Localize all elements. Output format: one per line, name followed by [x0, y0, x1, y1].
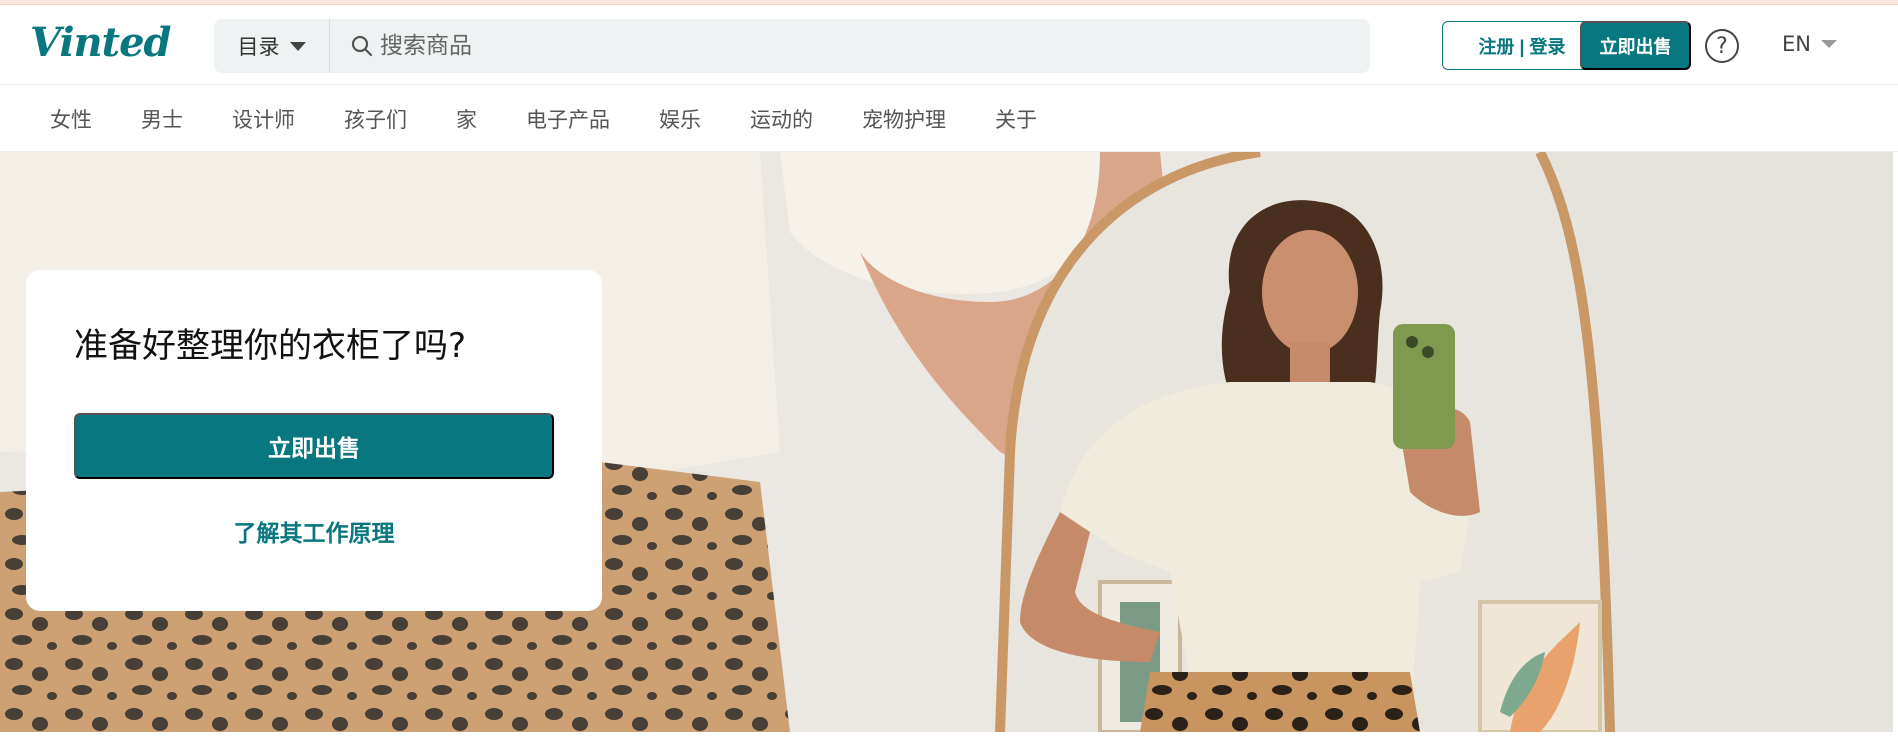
category-entertainment[interactable]: 娱乐	[659, 104, 701, 134]
category-nav: 女性 男士 设计师 孩子们 家 电子产品 娱乐 运动的 宠物护理 关于	[0, 86, 1898, 152]
category-about[interactable]: 关于	[995, 104, 1037, 134]
search-bar: 目录	[214, 19, 1370, 73]
chevron-down-icon	[1820, 40, 1837, 48]
category-electronics[interactable]: 电子产品	[526, 104, 610, 134]
question-circle-icon[interactable]: ?	[1705, 29, 1739, 63]
category-men[interactable]: 男士	[141, 104, 183, 134]
language-selector[interactable]: EN	[1782, 32, 1837, 56]
catalog-label: 目录	[237, 35, 280, 59]
vinted-logo[interactable]: Vinted	[30, 19, 172, 66]
hero-title: 准备好整理你的衣柜了吗?	[74, 326, 467, 366]
catalog-dropdown-button[interactable]: 目录	[214, 19, 330, 73]
site-header: Vinted 目录 注册 | 登录 立即出售 ? EN	[0, 5, 1898, 85]
search-icon	[351, 35, 373, 57]
category-home[interactable]: 家	[456, 104, 477, 134]
hero-banner: 准备好整理你的衣柜了吗? 立即出售 了解其工作原理	[0, 152, 1893, 732]
chevron-down-icon	[289, 41, 306, 51]
hero-card: 准备好整理你的衣柜了吗? 立即出售 了解其工作原理	[26, 270, 602, 611]
signup-login-button[interactable]: 注册 | 登录	[1442, 21, 1602, 70]
search-input[interactable]	[380, 27, 1340, 65]
how-it-works-link[interactable]: 了解其工作原理	[74, 514, 554, 548]
language-label: EN	[1782, 32, 1811, 56]
hero-sell-now-button[interactable]: 立即出售	[74, 413, 554, 479]
category-kids[interactable]: 孩子们	[344, 104, 407, 134]
category-pet-care[interactable]: 宠物护理	[862, 104, 946, 134]
sell-now-button[interactable]: 立即出售	[1580, 21, 1691, 70]
category-sports[interactable]: 运动的	[750, 104, 813, 134]
category-women[interactable]: 女性	[50, 104, 92, 134]
category-designer[interactable]: 设计师	[232, 104, 295, 134]
